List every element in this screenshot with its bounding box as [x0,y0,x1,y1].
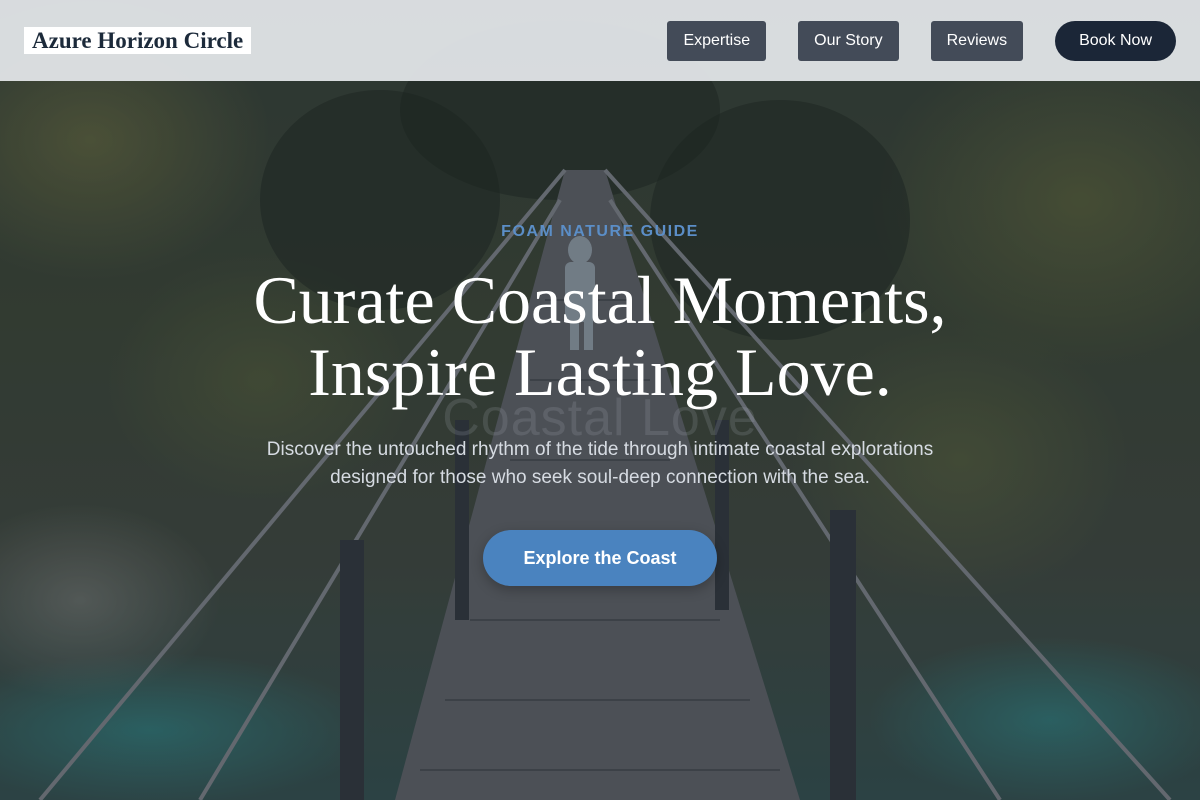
main-nav: Expertise Our Story Reviews Book Now [667,20,1176,61]
book-now-button[interactable]: Book Now [1055,20,1176,61]
explore-coast-button[interactable]: Explore the Coast [483,530,717,586]
nav-reviews-button[interactable]: Reviews [930,20,1024,61]
site-logo[interactable]: Azure Horizon Circle [24,27,252,54]
headline-line-1: Curate Coastal Moments, [253,262,947,338]
hero-headline: Curate Coastal Moments, Inspire Lasting … [200,264,1000,408]
hero-eyebrow: FOAM NATURE GUIDE [501,223,699,240]
hero-section: FOAM NATURE GUIDE Curate Coastal Moments… [0,220,1200,586]
nav-our-story-button[interactable]: Our Story [798,20,899,61]
headline-line-2: Inspire Lasting Love. [308,334,892,410]
site-header: Azure Horizon Circle Expertise Our Story… [0,0,1200,81]
nav-expertise-button[interactable]: Expertise [667,20,767,61]
hero-subhead: Discover the untouched rhythm of the tid… [266,439,934,488]
